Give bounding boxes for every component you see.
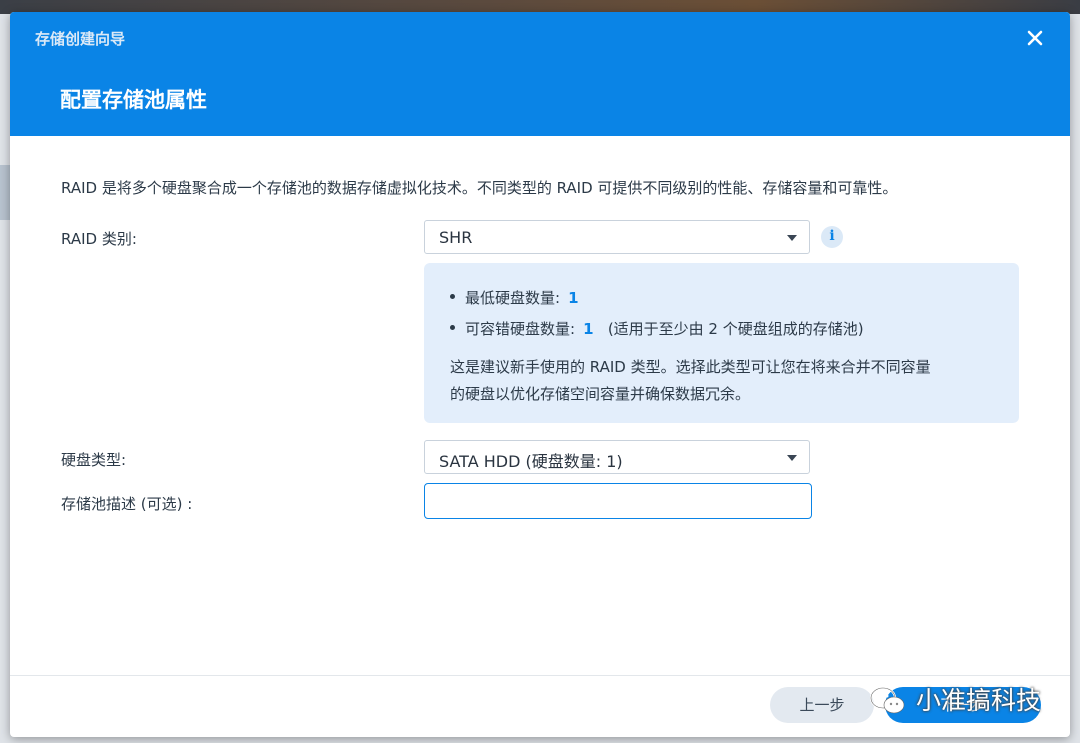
prev-button[interactable]: 上一步 <box>770 687 874 723</box>
raid-info-box: 最低硬盘数量: 1 可容错硬盘数量: 1 (适用于至少由 2 个硬盘组成的存储池) … <box>424 263 1019 423</box>
storage-wizard-dialog: 存储创建向导 配置存储池属性 RAID 是将多个硬盘聚合成一个存储池的数据存储虚… <box>10 12 1070 737</box>
close-icon <box>1027 30 1043 46</box>
fault-tolerance-value: 1 <box>583 320 594 338</box>
recommend-text-line1: 这是建议新手使用的 RAID 类型。选择此类型可让您在将来合并不同容量 <box>450 358 931 376</box>
footer-divider <box>10 675 1070 676</box>
disk-type-value: SATA HDD (硬盘数量: 1) <box>439 452 623 471</box>
fault-tolerance-label: 可容错硬盘数量: <box>465 320 576 338</box>
min-disks-value: 1 <box>568 289 579 307</box>
fault-tolerance-note: (适用于至少由 2 个硬盘组成的存储池) <box>607 320 864 338</box>
dialog-header: 存储创建向导 配置存储池属性 <box>10 12 1070 136</box>
info-icon[interactable]: i <box>821 226 843 248</box>
raid-type-label: RAID 类别: <box>61 230 137 248</box>
recommend-text-line2: 的硬盘以优化存储空间容量并确保数据冗余。 <box>450 385 751 403</box>
raid-intro-text: RAID 是将多个硬盘聚合成一个存储池的数据存储虚拟化技术。不同类型的 RAID… <box>61 179 898 197</box>
background-sidebar-strip <box>0 165 10 220</box>
close-button[interactable] <box>1023 26 1047 50</box>
step-title: 配置存储池属性 <box>60 88 207 112</box>
pool-description-input[interactable] <box>424 483 812 519</box>
pool-description-label: 存储池描述 (可选) : <box>61 495 193 513</box>
wechat-icon <box>869 686 905 714</box>
raid-type-value: SHR <box>439 228 473 247</box>
raid-type-select[interactable]: SHR <box>424 220 810 254</box>
min-disks-item: 最低硬盘数量: 1 <box>450 287 579 308</box>
chevron-down-icon <box>787 455 797 461</box>
fault-tolerance-item: 可容错硬盘数量: 1 (适用于至少由 2 个硬盘组成的存储池) <box>450 318 864 339</box>
bullet-icon <box>450 325 455 330</box>
watermark-text: 小准搞科技 <box>916 686 1042 715</box>
disk-type-label: 硬盘类型: <box>61 451 127 469</box>
min-disks-label: 最低硬盘数量: <box>465 289 561 307</box>
bullet-icon <box>450 294 455 299</box>
wizard-title: 存储创建向导 <box>35 30 126 48</box>
chevron-down-icon <box>787 235 797 241</box>
disk-type-select[interactable]: SATA HDD (硬盘数量: 1) <box>424 440 810 474</box>
